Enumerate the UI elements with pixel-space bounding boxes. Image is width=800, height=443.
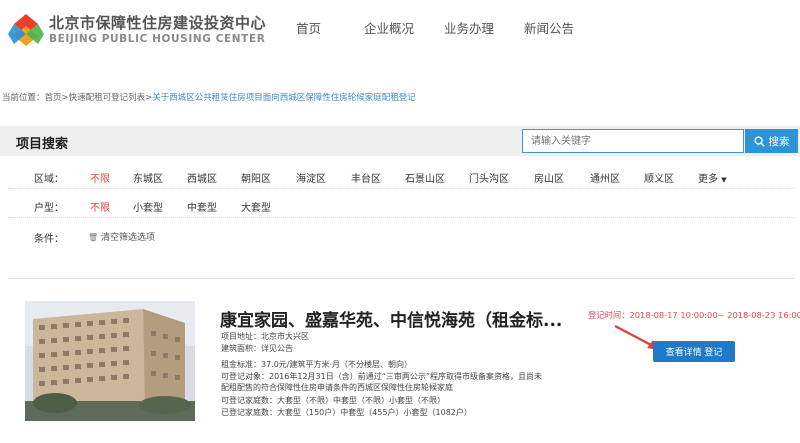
condition-filter-label: 条件：	[34, 234, 64, 245]
district-option[interactable]: 门头沟区	[469, 170, 509, 185]
nav-company[interactable]: 企业概况	[364, 18, 414, 37]
logo-english-name: BEIJING PUBLIC HOUSING CENTER	[49, 33, 266, 45]
nav-home[interactable]: 首页	[296, 18, 321, 37]
site-logo[interactable]: 北京市保障性住房建设投资中心 BEIJING PUBLIC HOUSING CE…	[8, 10, 266, 50]
district-filter-row: 区域： 不限 东城区 西城区 朝阳区 海淀区 丰台区 石景山区 门头沟区 房山区…	[8, 163, 794, 189]
district-option[interactable]: 东城区	[133, 170, 163, 185]
view-details-register-button[interactable]: 查看详情 登记	[653, 341, 735, 362]
breadcrumb: 当前位置：首页>快速配租可登记列表>关于西城区公共租赁住房项目面向西城区保障性住…	[2, 91, 416, 103]
trash-icon: 🗑	[88, 233, 99, 242]
type-option-all[interactable]: 不限	[90, 199, 110, 214]
district-option[interactable]: 石景山区	[405, 170, 445, 185]
caret-down-icon: ▼	[721, 176, 727, 184]
site-header: 北京市保障性住房建设投资中心 BEIJING PUBLIC HOUSING CE…	[0, 0, 800, 60]
type-option[interactable]: 中套型	[187, 199, 217, 214]
district-filter-label: 区域：	[34, 174, 64, 185]
listing-card: 康宜家园、盛嘉华苑、中信悦海苑（租金标... 项目地址：北京市大兴区 建筑面积：…	[8, 278, 800, 443]
search-icon	[753, 135, 765, 147]
registration-time: 登记时间：2018-08-17 10:00:00~ 2018-08-23 16:…	[588, 310, 800, 320]
district-option-all[interactable]: 不限	[90, 170, 110, 185]
listing-photo[interactable]	[25, 301, 195, 421]
district-option[interactable]: 顺义区	[644, 170, 674, 185]
filter-panel: 区域： 不限 东城区 西城区 朝阳区 海淀区 丰台区 石景山区 门头沟区 房山区…	[8, 163, 794, 253]
listing-eligibility-cont: 配租配售的符合保障性住房申请条件的西城区保障性住房轮候家庭	[221, 383, 453, 392]
logo-chinese-name: 北京市保障性住房建设投资中心	[49, 14, 267, 32]
district-option[interactable]: 西城区	[187, 170, 217, 185]
listing-rent: 租金标准：37.0元/建筑平方米·月（不分楼层、朝向）	[221, 360, 413, 369]
listing-title[interactable]: 康宜家园、盛嘉华苑、中信悦海苑（租金标...	[220, 306, 562, 331]
district-option[interactable]: 通州区	[590, 170, 620, 185]
nav-news[interactable]: 新闻公告	[524, 18, 574, 37]
search-button[interactable]: 搜索	[745, 129, 798, 153]
nav-business[interactable]: 业务办理	[444, 18, 494, 37]
listing-eligibility: 可登记对象：2016年12月31日（含）前通过“三审两公示”程序取得市级备案资格…	[221, 372, 543, 381]
clear-filters-link[interactable]: 🗑 清空筛选选项	[88, 230, 155, 243]
type-filter-row: 户型： 不限 小套型 中套型 大套型	[8, 192, 794, 218]
listing-available-households: 可登记家庭数：大套型（不限）中套型（不限）小套型（不限）	[221, 396, 445, 405]
listing-address: 项目地址：北京市大兴区	[221, 332, 309, 341]
breadcrumb-separator: >	[61, 93, 69, 103]
type-option[interactable]: 小套型	[133, 199, 163, 214]
building-photo-icon	[25, 301, 195, 421]
district-more-dropdown[interactable]: 更多 ▼	[698, 170, 727, 185]
district-option[interactable]: 丰台区	[351, 170, 381, 185]
search-section-title: 项目搜索	[16, 137, 69, 152]
breadcrumb-prefix: 当前位置：	[2, 93, 45, 103]
breadcrumb-list[interactable]: 快速配租可登记列表	[69, 93, 146, 103]
district-more-label: 更多	[698, 174, 718, 185]
search-bar: 项目搜索 搜索	[0, 126, 800, 156]
search-button-label: 搜索	[768, 135, 790, 148]
district-option[interactable]: 海淀区	[296, 170, 326, 185]
search-input[interactable]	[522, 129, 744, 153]
district-option[interactable]: 房山区	[534, 170, 564, 185]
type-filter-label: 户型：	[34, 203, 64, 214]
listing-area: 建筑面积：详见公告	[221, 344, 293, 353]
breadcrumb-current[interactable]: 关于西城区公共租赁住房项目面向西城区保障性住房轮候家庭配租登记	[152, 93, 416, 103]
logo-emblem-icon	[8, 14, 44, 46]
listing-registered-households: 已登记家庭数：大套型（150户）中套型（455户）小套型（1082户）	[221, 408, 472, 417]
district-option[interactable]: 朝阳区	[241, 170, 271, 185]
type-option[interactable]: 大套型	[241, 199, 271, 214]
condition-filter-row: 条件： 🗑 清空筛选选项	[8, 223, 794, 249]
breadcrumb-home[interactable]: 首页	[45, 93, 62, 103]
clear-filters-label: 清空筛选选项	[101, 233, 156, 243]
